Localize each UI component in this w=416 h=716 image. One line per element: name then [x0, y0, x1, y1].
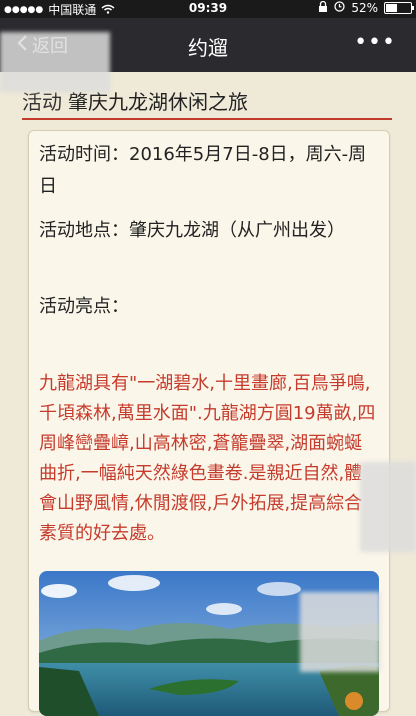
blur-overlay	[0, 32, 110, 92]
status-bar: ●●●●● 中国联通 09:39 52%	[0, 0, 416, 18]
place-value: 肇庆九龙湖（从广州出发）	[129, 220, 345, 241]
blur-overlay	[300, 592, 380, 672]
battery-percent: 52%	[351, 1, 378, 15]
alarm-icon	[334, 1, 345, 15]
status-right: 52%	[318, 0, 414, 15]
activity-highlight: 活动亮点：	[39, 291, 379, 323]
highlight-description: 九龍湖具有"一湖碧水,十里畫廊,百鳥爭鳴,千頃森林,萬里水面".九龍湖方圓19萬…	[39, 373, 376, 544]
battery-icon	[384, 2, 414, 14]
article-content: 活动 肇庆九龙湖休闲之旅 活动时间：2016年5月7日-8日，周六-周日 活动地…	[0, 32, 416, 716]
place-label: 活动地点：	[39, 220, 129, 241]
blur-overlay	[360, 462, 416, 552]
activity-time: 活动时间：2016年5月7日-8日，周六-周日	[39, 139, 379, 203]
activity-place: 活动地点：肇庆九龙湖（从广州出发）	[39, 215, 379, 247]
highlight-label: 活动亮点：	[39, 296, 129, 317]
more-dots-icon[interactable]: •••	[354, 30, 396, 55]
lock-icon	[318, 0, 328, 15]
battery-fill	[386, 4, 397, 12]
time-label: 活动时间：	[39, 144, 129, 165]
